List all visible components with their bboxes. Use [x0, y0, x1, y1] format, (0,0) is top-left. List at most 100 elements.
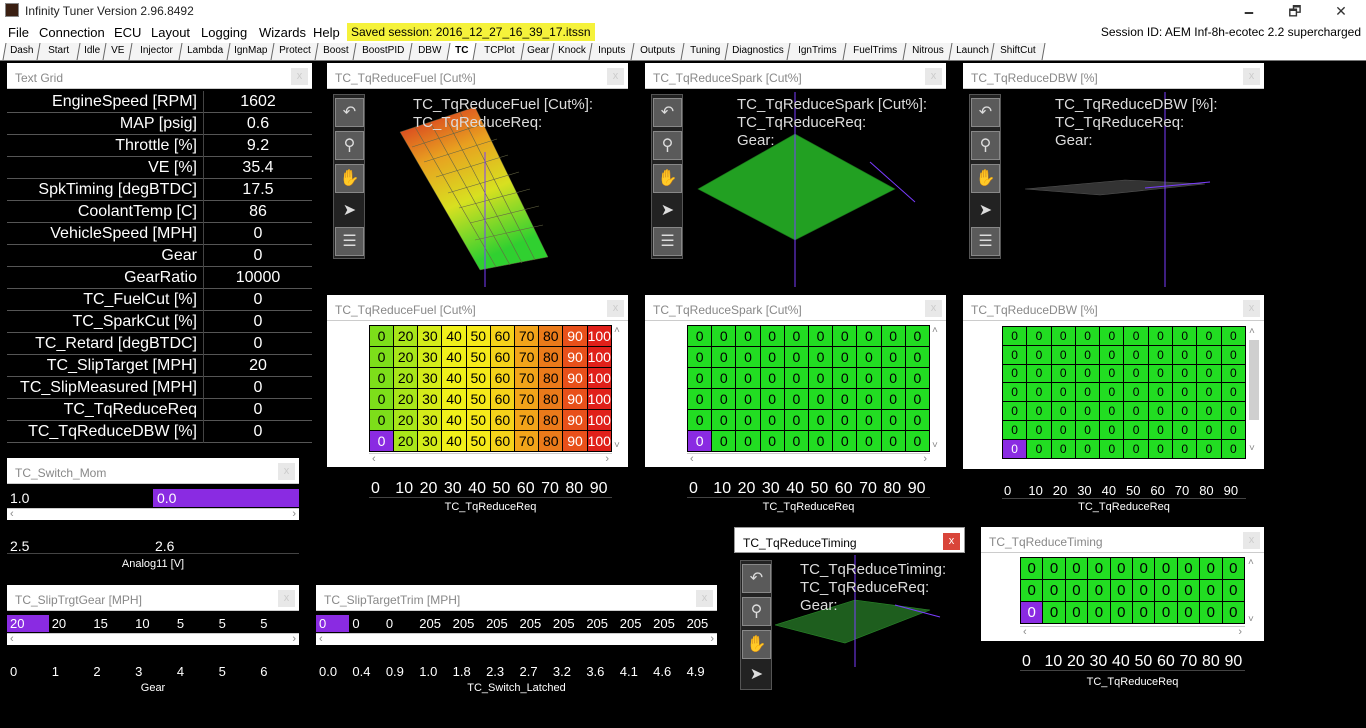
scroll-down-icon[interactable]: ˅ — [1248, 614, 1254, 625]
table-cell[interactable]: 80 — [538, 346, 564, 368]
table-cell[interactable]: 0 — [1074, 363, 1101, 384]
table-cell[interactable]: 80 — [538, 325, 564, 347]
table-cell[interactable]: 40 — [441, 430, 467, 452]
table-cell[interactable]: 0 — [832, 367, 858, 389]
table-cell[interactable]: 100 — [586, 430, 613, 452]
table-cell[interactable]: 0 — [1109, 601, 1133, 624]
table-cell[interactable]: 30 — [417, 430, 443, 452]
table-cell[interactable]: 0 — [711, 388, 737, 410]
table-cell[interactable]: 0 — [1123, 363, 1149, 384]
table-cell[interactable]: 0 — [880, 346, 906, 368]
table-cell[interactable]: 90 — [562, 325, 588, 347]
table-cell[interactable]: 0 — [735, 325, 761, 347]
close-icon[interactable]: x — [925, 68, 942, 85]
table-cell[interactable]: 0 — [1019, 557, 1044, 580]
table-cell[interactable]: 0 — [1147, 326, 1174, 346]
list-icon[interactable]: ☰ — [653, 227, 682, 256]
table-cell[interactable]: 205 — [517, 615, 550, 632]
table-cell[interactable]: 0 — [1220, 363, 1247, 384]
table-spark-vscroll[interactable]: ˄ ˅ — [930, 325, 944, 451]
table-cell[interactable]: 205 — [416, 615, 449, 632]
table-cell[interactable]: 0 — [1050, 326, 1076, 346]
table-cell[interactable]: 0 — [832, 346, 858, 368]
table-cell[interactable]: 100 — [586, 367, 613, 389]
close-icon[interactable]: x — [607, 68, 624, 85]
table-cell[interactable]: 0 — [1074, 344, 1101, 365]
table-cell[interactable]: 0 — [1042, 557, 1066, 580]
table-cell[interactable]: 0 — [783, 409, 809, 431]
table-cell[interactable]: 205 — [450, 615, 483, 632]
tab-dbw[interactable]: DBW — [408, 43, 452, 60]
table-cell[interactable]: 0 — [1172, 401, 1198, 421]
table-cell[interactable]: 0 — [1147, 438, 1174, 459]
table-cell[interactable]: 0 — [856, 388, 882, 410]
tab-nitrous[interactable]: Nitrous — [902, 43, 954, 60]
table-cell[interactable]: 205 — [617, 615, 650, 632]
tab-boostpid[interactable]: BoostPID — [352, 43, 414, 60]
scroll-left-icon[interactable]: ‹ — [372, 453, 376, 465]
table-cell[interactable]: 0 — [1176, 579, 1201, 602]
scroll-left-icon[interactable]: ‹ — [1023, 626, 1027, 638]
scroll-left-icon[interactable]: ‹ — [10, 633, 14, 645]
table-cell[interactable]: 0 — [1074, 438, 1101, 459]
table-cell[interactable]: 0 — [1220, 419, 1247, 440]
table-cell[interactable]: 5 — [257, 615, 299, 632]
table-cell[interactable]: 60 — [489, 388, 516, 410]
table-cell[interactable]: 50 — [465, 346, 491, 368]
tab-tuning[interactable]: Tuning — [680, 43, 730, 60]
table-timing-hscroll[interactable]: ‹ › — [1020, 626, 1245, 638]
zoom-icon[interactable]: ⚲ — [653, 131, 682, 160]
table-cell[interactable]: 0 — [1221, 601, 1246, 624]
table-cell[interactable]: 0 — [368, 409, 395, 431]
table-cell[interactable]: 0 — [1123, 326, 1149, 346]
table-cell[interactable]: 0 — [807, 430, 834, 452]
list-icon[interactable]: ☰ — [335, 227, 364, 256]
table-cell-active[interactable]: 0 — [316, 615, 350, 632]
table-cell[interactable]: 0 — [1220, 401, 1247, 421]
table-cell[interactable]: 40 — [441, 409, 467, 431]
table-cell[interactable]: 0 — [1074, 401, 1101, 421]
table-cell[interactable]: 0 — [904, 346, 931, 368]
table-cell[interactable]: 0 — [1221, 557, 1246, 580]
table-cell[interactable]: 0 — [807, 409, 834, 431]
table-cell[interactable]: 90 — [562, 430, 588, 452]
table-cell[interactable]: 0 — [1196, 438, 1222, 459]
table-cell[interactable]: 60 — [489, 346, 516, 368]
table-cell[interactable]: 0 — [711, 346, 737, 368]
table-cell[interactable]: 0 — [904, 325, 931, 347]
table-cell[interactable]: 0 — [1154, 601, 1178, 624]
table-cell[interactable]: 70 — [514, 430, 540, 452]
table-cell[interactable]: 0 — [1026, 401, 1052, 421]
table-cell[interactable]: 0 — [1099, 326, 1125, 346]
table-cell[interactable]: 80 — [538, 388, 564, 410]
table-cell[interactable]: 0 — [1026, 326, 1052, 346]
table-cell[interactable]: 0 — [783, 430, 809, 452]
scroll-down-icon[interactable]: ˅ — [614, 440, 620, 451]
table-cell[interactable]: 0 — [1123, 419, 1149, 440]
table-cell[interactable]: 20 — [393, 346, 419, 368]
switch-mom-cell-active[interactable]: 0.0 — [153, 489, 299, 507]
table-cell[interactable]: 10 — [132, 615, 174, 632]
menu-logging[interactable]: Logging — [201, 25, 247, 40]
table-cell[interactable]: 0 — [1220, 326, 1247, 346]
table-cell[interactable]: 0 — [904, 388, 931, 410]
table-cell[interactable]: 0 — [711, 430, 737, 452]
table-cell[interactable]: 0 — [1221, 579, 1246, 602]
table-cell[interactable]: 30 — [417, 346, 443, 368]
tab-lambda[interactable]: Lambda — [178, 43, 232, 60]
table-cell[interactable]: 40 — [441, 367, 467, 389]
table-cell[interactable]: 70 — [514, 388, 540, 410]
table-cell[interactable]: 100 — [586, 325, 613, 347]
tab-inputs[interactable]: Inputs — [588, 43, 636, 60]
table-cell[interactable]: 80 — [538, 409, 564, 431]
table-cell[interactable]: 0 — [1099, 363, 1125, 384]
table-cell[interactable]: 0 — [1001, 382, 1028, 403]
table-cell[interactable]: 0 — [1154, 557, 1178, 580]
table-cell[interactable]: 60 — [489, 367, 516, 389]
table-cell[interactable]: 70 — [514, 409, 540, 431]
scroll-up-icon[interactable]: ˄ — [614, 325, 620, 336]
table-cell[interactable]: 0 — [1147, 363, 1174, 384]
table-cell[interactable]: 0 — [1220, 344, 1247, 365]
table-cell[interactable]: 0 — [1074, 419, 1101, 440]
table-cell[interactable]: 60 — [489, 325, 516, 347]
